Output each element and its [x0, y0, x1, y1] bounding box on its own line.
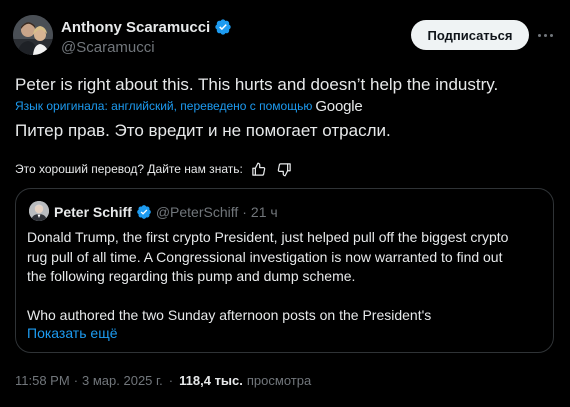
- quoted-separator: ·: [242, 204, 247, 220]
- tweet-text-original: Peter is right about this. This hurts an…: [15, 75, 499, 94]
- avatar-image: [13, 15, 53, 55]
- quoted-author-avatar[interactable]: [29, 201, 49, 221]
- views-count[interactable]: 118,4 тыс.: [179, 373, 243, 388]
- subscribe-button[interactable]: Подписаться: [411, 20, 529, 50]
- author-name[interactable]: Anthony Scaramucci: [61, 19, 210, 36]
- quoted-text-line: rug pull of all time. A Congressional in…: [27, 248, 503, 265]
- thumbs-down-icon[interactable]: [275, 159, 295, 179]
- thumbs-up-icon[interactable]: [249, 159, 269, 179]
- post-date[interactable]: 3 мар. 2025 г.: [82, 373, 163, 388]
- google-logo: Google: [315, 97, 363, 115]
- quoted-text: Donald Trump, the first crypto President…: [27, 228, 547, 326]
- tweet-text-translated: Питер прав. Это вредит и не помогает отр…: [15, 121, 391, 140]
- author-avatar[interactable]: [13, 15, 53, 55]
- author-block: Anthony Scaramucci @Scaramucci: [61, 17, 232, 56]
- quoted-author-name[interactable]: Peter Schiff: [54, 204, 132, 220]
- quoted-verified-badge-icon: [136, 204, 152, 220]
- quoted-timestamp[interactable]: 21 ч: [251, 204, 278, 220]
- quoted-header: Peter Schiff @PeterSchiff · 21 ч: [54, 203, 278, 221]
- quoted-text-line: the following regarding this pump and du…: [27, 268, 356, 284]
- author-name-row: Anthony Scaramucci: [61, 17, 232, 37]
- translation-note[interactable]: Язык оригинала: английский, переведено с…: [15, 97, 363, 115]
- meta-separator: ·: [73, 372, 79, 388]
- quoted-paragraph-gap: [27, 287, 547, 307]
- tweet-meta: 11:58 PM · 3 мар. 2025 г. · 118,4 тыс. п…: [15, 371, 311, 389]
- feedback-prompt: Это хороший перевод? Дайте нам знать:: [15, 162, 243, 176]
- meta-separator: ·: [168, 372, 174, 388]
- views-label: просмотра: [246, 372, 312, 388]
- translation-feedback: Это хороший перевод? Дайте нам знать:: [15, 159, 295, 179]
- more-options-icon[interactable]: [534, 24, 556, 46]
- quoted-author-handle[interactable]: @PeterSchiff: [156, 204, 238, 220]
- quoted-text-line: Who authored the two Sunday afternoon po…: [27, 307, 432, 323]
- quoted-tweet[interactable]: Peter Schiff @PeterSchiff · 21 ч Donald …: [15, 188, 554, 353]
- show-more-link[interactable]: Показать ещё: [27, 325, 118, 341]
- post-time[interactable]: 11:58 PM: [15, 373, 70, 388]
- author-handle[interactable]: @Scaramucci: [61, 39, 232, 56]
- tweet: Anthony Scaramucci @Scaramucci Подписать…: [0, 0, 570, 407]
- translation-note-text[interactable]: Язык оригинала: английский, переведено с…: [15, 99, 312, 113]
- quoted-text-line: Donald Trump, the first crypto President…: [27, 229, 509, 245]
- verified-badge-icon[interactable]: [214, 18, 232, 36]
